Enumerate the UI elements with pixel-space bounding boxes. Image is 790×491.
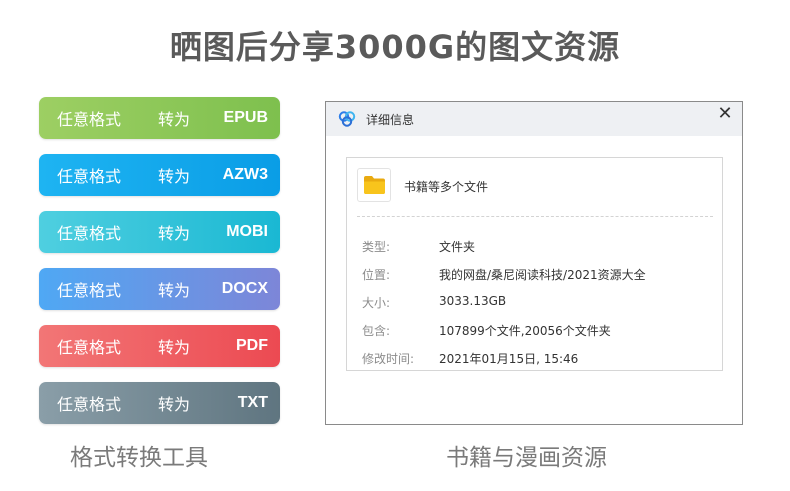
format-button-list: 任意格式 转为 EPUB 任意格式 转为 AZW3 任意格式 转为 MOBI 任… [39, 97, 280, 439]
prop-label: 包含: [362, 324, 391, 338]
convert-from-label: 任意格式 [57, 167, 122, 186]
convert-from-label: 任意格式 [57, 110, 122, 129]
prop-value: 3033.13GB [439, 294, 507, 308]
folder-icon [364, 176, 385, 194]
convert-verb-label: 转为 [158, 224, 191, 243]
folder-thumbnail [357, 168, 391, 202]
convert-format-label: TXT [237, 394, 268, 411]
prop-label: 类型: [362, 240, 391, 254]
convert-format-label: AZW3 [222, 166, 268, 183]
convert-from-label: 任意格式 [57, 395, 122, 414]
prop-value: 文件夹 [439, 240, 476, 254]
prop-value: 107899个文件,20056个文件夹 [439, 324, 611, 338]
headline: 晒图后分享3000G的图文资源 [169, 28, 621, 66]
convert-pdf-button[interactable]: 任意格式 转为 PDF [39, 325, 280, 367]
resources-caption: 书籍与漫画资源 [446, 445, 607, 471]
prop-label: 位置: [362, 268, 391, 282]
convert-azw3-button[interactable]: 任意格式 转为 AZW3 [39, 154, 280, 196]
convert-verb-label: 转为 [158, 338, 191, 357]
dialog-titlebar: 详细信息 ✕ [326, 102, 742, 136]
prop-label: 修改时间: [362, 352, 415, 366]
convert-verb-label: 转为 [158, 281, 191, 300]
convert-format-label: EPUB [223, 109, 268, 126]
file-details-panel: 书籍等多个文件 类型: 文件夹 位置: 我的网盘/桑尼阅读科技/2021资源大全… [346, 157, 723, 371]
prop-value: 2021年01月15日, 15:46 [439, 352, 579, 366]
dialog-title: 详细信息 [366, 113, 415, 127]
details-dialog: 详细信息 ✕ 书籍等多个文件 类型: 文件夹 位置: 我的网盘/桑尼阅读科技/2… [325, 101, 743, 425]
convert-verb-label: 转为 [158, 110, 191, 129]
convert-docx-button[interactable]: 任意格式 转为 DOCX [39, 268, 280, 310]
convert-from-label: 任意格式 [57, 281, 122, 300]
convert-format-label: PDF [236, 337, 268, 354]
page: 晒图后分享3000G的图文资源 任意格式 转为 EPUB 任意格式 转为 AZW… [0, 0, 790, 491]
convert-from-label: 任意格式 [57, 224, 122, 243]
file-name: 书籍等多个文件 [404, 180, 489, 194]
converter-caption: 格式转换工具 [70, 445, 208, 471]
convert-format-label: MOBI [226, 223, 268, 240]
convert-mobi-button[interactable]: 任意格式 转为 MOBI [39, 211, 280, 253]
convert-from-label: 任意格式 [57, 338, 122, 357]
baidu-netdisk-logo-icon [338, 111, 356, 127]
convert-verb-label: 转为 [158, 167, 191, 186]
convert-format-label: DOCX [221, 280, 268, 297]
close-icon[interactable]: ✕ [716, 104, 734, 124]
convert-txt-button[interactable]: 任意格式 转为 TXT [39, 382, 280, 424]
convert-epub-button[interactable]: 任意格式 转为 EPUB [39, 97, 280, 139]
divider [357, 216, 713, 217]
prop-value: 我的网盘/桑尼阅读科技/2021资源大全 [439, 268, 646, 282]
prop-label: 大小: [362, 296, 391, 310]
convert-verb-label: 转为 [158, 395, 191, 414]
